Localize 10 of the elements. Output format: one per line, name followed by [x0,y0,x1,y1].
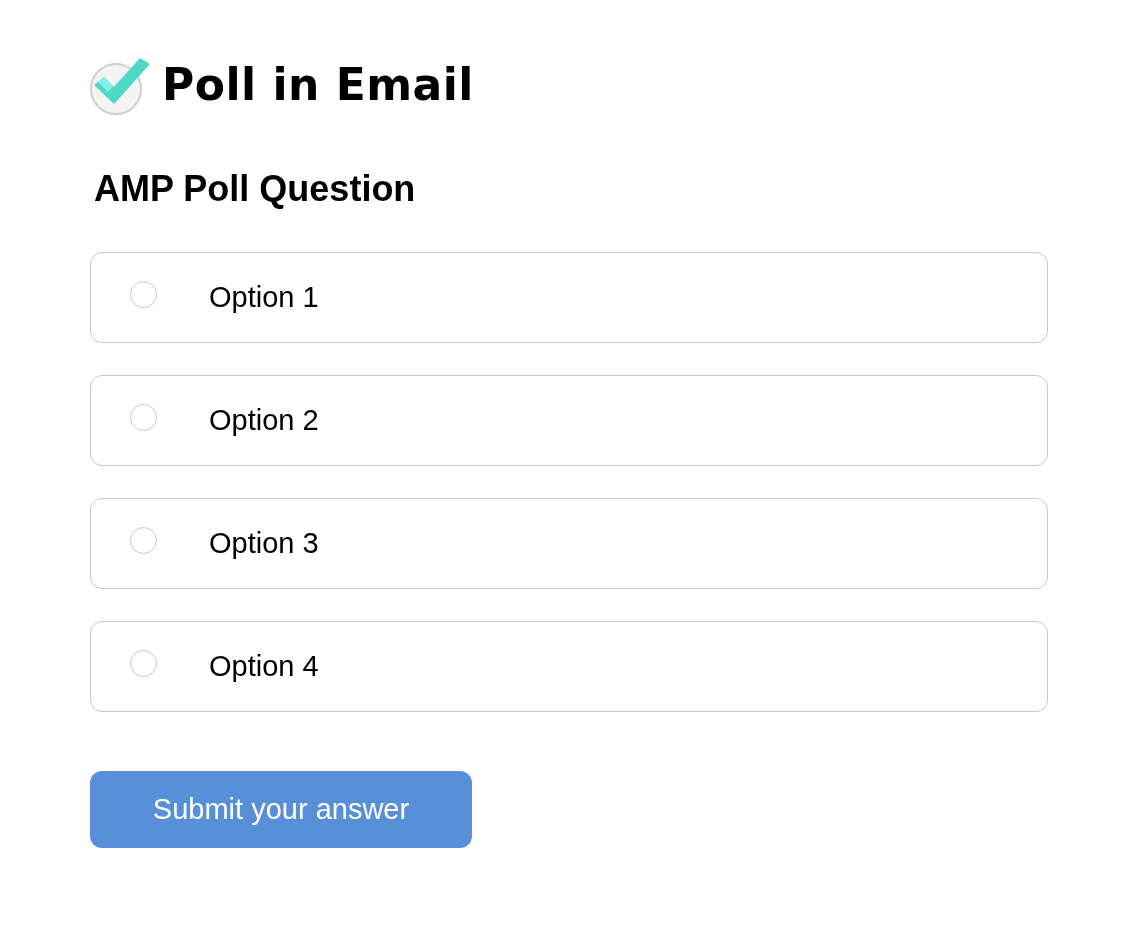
option-card[interactable]: Option 4 [90,621,1048,712]
option-label: Option 4 [209,650,319,683]
option-card[interactable]: Option 3 [90,498,1048,589]
option-label: Option 2 [209,404,319,437]
app-title: Poll in Email [162,58,474,110]
option-label: Option 3 [209,527,319,560]
poll-question: AMP Poll Question [94,168,417,210]
option-label: Option 1 [209,281,319,314]
option-card[interactable]: Option 2 [90,375,1048,466]
option-card[interactable]: Option 1 [90,252,1048,343]
